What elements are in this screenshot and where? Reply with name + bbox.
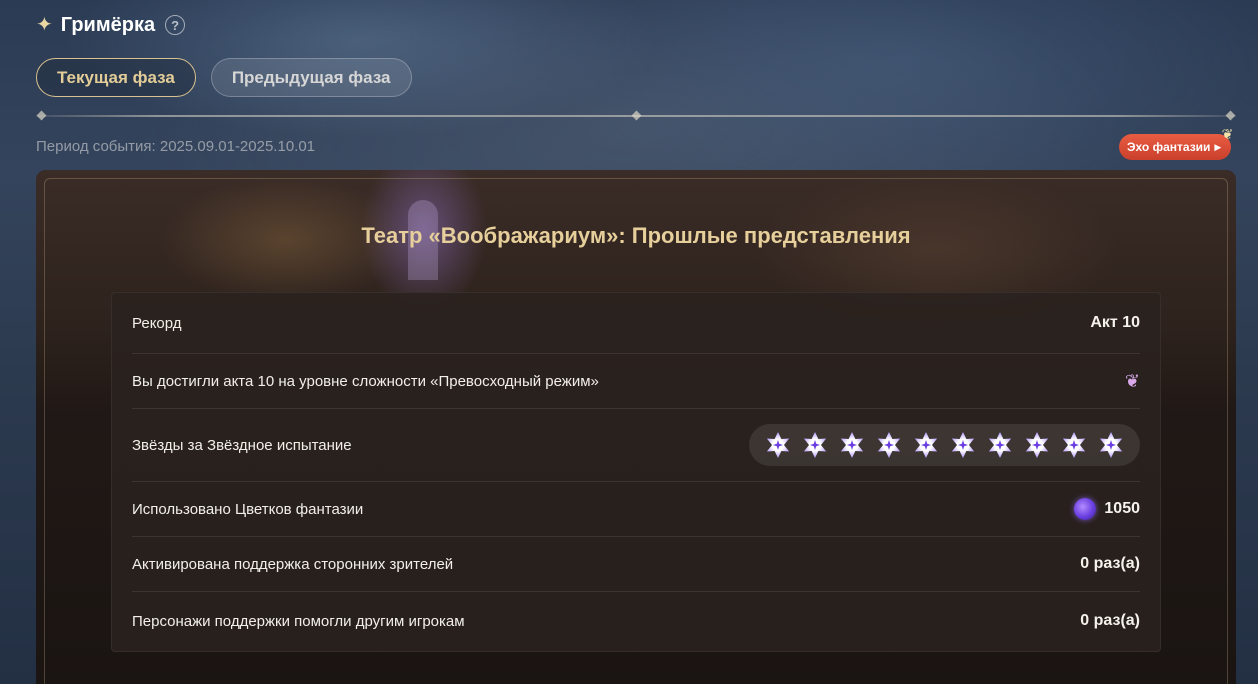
stat-row-difficulty: Вы достигли акта 10 на уровне сложности … bbox=[132, 354, 1140, 409]
star-icon bbox=[765, 432, 791, 458]
star-icon bbox=[1061, 432, 1087, 458]
divider-ornament bbox=[36, 110, 47, 121]
stat-row-stars: Звёзды за Звёздное испытание bbox=[132, 409, 1140, 482]
star-icon bbox=[1098, 432, 1124, 458]
stats-card: Рекорд Акт 10 Вы достигли акта 10 на уро… bbox=[111, 292, 1161, 652]
stat-label: Вы достигли акта 10 на уровне сложности … bbox=[132, 372, 599, 390]
echo-fantasy-button[interactable]: Эхо фантазии ▶ ❦ bbox=[1119, 126, 1233, 160]
page-title: Гримёрка bbox=[60, 14, 156, 36]
moth-icon: ❦ bbox=[1124, 370, 1140, 391]
sparkle-icon: ✦ bbox=[36, 14, 53, 36]
theater-panel: Театр «Воображариум»: Прошлые представле… bbox=[36, 170, 1236, 684]
arrow-right-icon: ▶ bbox=[1214, 141, 1222, 152]
star-icon bbox=[839, 432, 865, 458]
divider bbox=[36, 110, 1236, 121]
stat-label: Рекорд bbox=[132, 314, 182, 332]
phase-tabs: Текущая фаза Предыдущая фаза bbox=[36, 58, 412, 97]
star-icon bbox=[913, 432, 939, 458]
page-header: ✦ Гримёрка ? bbox=[36, 12, 186, 38]
star-rating bbox=[749, 424, 1140, 466]
stat-row-spectator-support: Активирована поддержка сторонних зрителе… bbox=[132, 537, 1140, 592]
stat-value: 1050 bbox=[1104, 500, 1140, 517]
stat-label: Персонажи поддержки помогли другим игрок… bbox=[132, 612, 465, 630]
stat-label: Звёзды за Звёздное испытание bbox=[132, 436, 352, 454]
stat-value: 0 раз(а) bbox=[1080, 555, 1140, 572]
divider-ornament bbox=[631, 110, 642, 121]
fantasy-flower-icon bbox=[1074, 498, 1097, 520]
stat-value: 0 раз(а) bbox=[1080, 612, 1140, 629]
help-icon[interactable]: ? bbox=[165, 15, 186, 35]
star-icon bbox=[950, 432, 976, 458]
panel-title: Театр «Воображариум»: Прошлые представле… bbox=[361, 223, 911, 248]
star-icon bbox=[802, 432, 828, 458]
tab-current-phase[interactable]: Текущая фаза bbox=[36, 58, 196, 97]
tab-previous-phase[interactable]: Предыдущая фаза bbox=[210, 58, 412, 97]
moth-icon: ❦ bbox=[1221, 126, 1234, 142]
stat-label: Использовано Цветков фантазии bbox=[132, 500, 364, 518]
stat-row-flowers: Использовано Цветков фантазии 1050 bbox=[132, 482, 1140, 537]
divider-ornament bbox=[1225, 110, 1236, 121]
stat-row-record: Рекорд Акт 10 bbox=[132, 293, 1140, 354]
event-period: Период события: 2025.09.01-2025.10.01 bbox=[36, 138, 316, 155]
stat-value: Акт 10 bbox=[1090, 314, 1140, 331]
star-icon bbox=[876, 432, 902, 458]
stat-row-support-helped: Персонажи поддержки помогли другим игрок… bbox=[132, 592, 1140, 650]
stat-label: Активирована поддержка сторонних зрителе… bbox=[132, 555, 454, 573]
star-icon bbox=[1024, 432, 1050, 458]
echo-fantasy-label: Эхо фантазии bbox=[1127, 140, 1211, 154]
star-icon bbox=[987, 432, 1013, 458]
